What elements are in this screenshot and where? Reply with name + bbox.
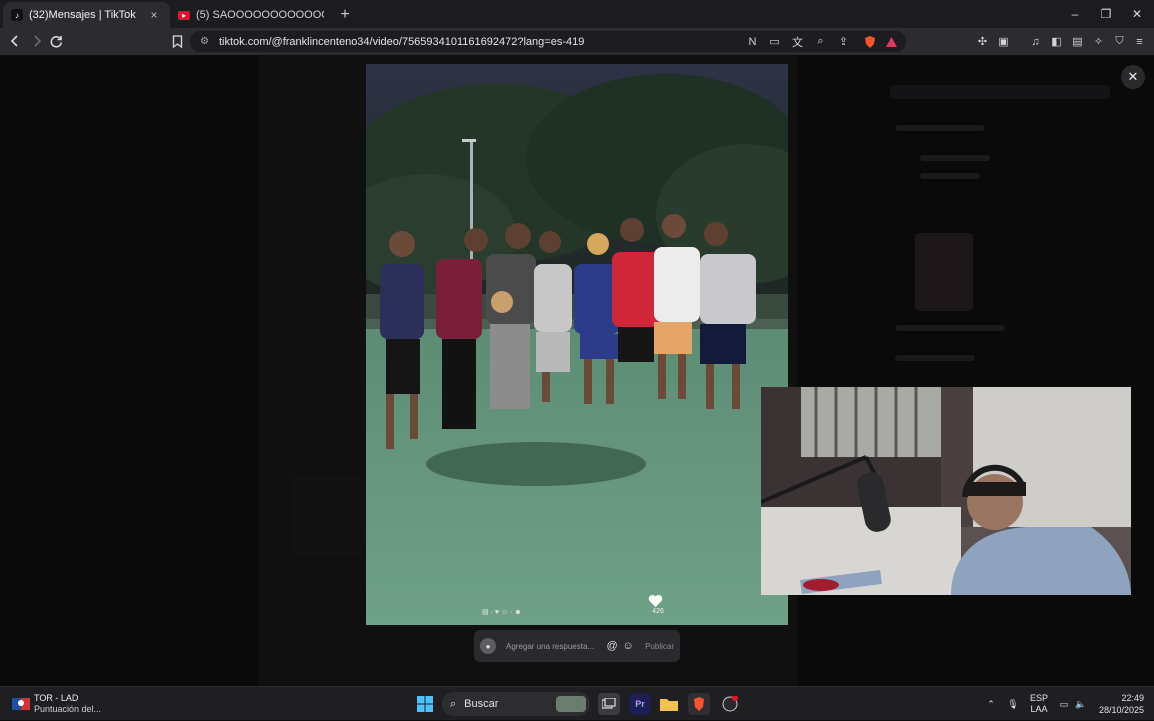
background-text [895,325,1005,331]
file-explorer-icon[interactable] [658,693,680,715]
wallet-icon[interactable]: ▤ [1070,34,1085,49]
cast-icon[interactable]: ▭ [767,34,782,49]
avatar: ● [480,638,496,654]
vpn-icon[interactable]: ⛉ [1112,34,1127,49]
maximize-button[interactable]: ❐ [1090,0,1122,28]
share-icon[interactable]: ⇪ [836,34,851,49]
sidebar-icon[interactable]: ◧ [1049,34,1064,49]
widget-title: TOR - LAD [34,693,79,703]
bookmark-icon[interactable] [166,30,188,52]
like-button[interactable]: 426 [648,594,668,615]
reaction-strip[interactable]: ▤ · ♥ ☺ · ☻ [482,608,522,616]
close-tab-icon[interactable]: × [146,7,162,23]
reload-icon[interactable] [45,30,67,52]
leo-ai-icon[interactable]: ✧ [1091,34,1106,49]
obs-icon[interactable] [719,693,741,715]
search-label: Buscar [464,698,499,710]
translate-icon[interactable]: 文 [790,34,805,49]
webcam-overlay [761,387,1131,595]
youtube-icon: ▸ [178,10,190,20]
background-header [890,85,1110,99]
widget-subtitle: Puntuación del... [34,704,102,714]
tab-search-icon[interactable]: ▣ [996,34,1011,49]
lang-top: ESP [1029,693,1048,703]
windows-taskbar: TOR - LAD Puntuación del... ⌕ Buscar Pr … [0,686,1154,720]
search-highlight-icon [556,696,586,712]
clock-time: 22:49 [1121,693,1144,703]
music-icon[interactable]: ♫ [1028,34,1043,49]
no-translate-icon[interactable]: N [745,34,760,49]
task-view-icon[interactable] [598,693,620,715]
minimize-button[interactable]: – [1059,0,1091,28]
mention-icon[interactable]: @ [605,640,619,652]
extensions-icon[interactable]: ✣ [975,34,990,49]
tab-tiktok[interactable]: ♪ (32)Mensajes | TikTok × [3,2,170,28]
like-count: 426 [652,608,664,615]
windows-start-icon[interactable] [414,693,436,715]
url-text: tiktok.com/@franklincenteno34/video/7565… [218,35,585,48]
mlb-icon[interactable] [10,693,32,715]
tab-youtube[interactable]: ▸ (5) SAOOOOOOOOOOOOOOOOO J [170,2,332,28]
network-icon[interactable]: ▭ [1056,687,1072,721]
reply-input[interactable]: Agregar una respuesta... [506,642,605,651]
brave-shield-icon[interactable] [862,34,877,49]
chevron-up-icon[interactable]: ⌃ [982,687,1000,721]
site-info-icon[interactable]: ⚙ [200,36,209,47]
menu-icon[interactable]: ≡ [1132,34,1147,49]
language-indicator[interactable]: ESP LAA [1028,687,1050,721]
search-icon: ⌕ [450,697,457,710]
zoom-icon[interactable]: ⌕ [813,34,828,49]
background-text [895,125,985,131]
clock[interactable]: 22:49 28/10/2025 [1094,687,1144,721]
background-text [895,355,975,361]
lang-bottom: LAA [1030,704,1048,714]
close-viewer-button[interactable]: ✕ [1121,65,1145,89]
tab-title: (5) SAOOOOOOOOOOOOOOOOO J [196,9,324,21]
taskbar-search[interactable]: ⌕ Buscar [442,692,590,716]
tab-strip: ♪ (32)Mensajes | TikTok × ▸ (5) SAOOOOOO… [0,0,1154,28]
background-thumbnail [915,233,973,311]
tiktok-page: ▤ · ♥ ☺ · ☻ 426 ✕ ● Agregar una respuest… [0,55,1154,686]
publish-button[interactable]: Publicar [645,642,674,651]
premiere-icon[interactable]: Pr [629,693,651,715]
tab-title: (32)Mensajes | TikTok [29,9,136,21]
heart-icon [648,595,663,607]
brave-rewards-icon[interactable] [884,34,899,49]
reply-bar: ● Agregar una respuesta... @ ☺ Publicar [474,630,680,662]
post-photo[interactable]: ▤ · ♥ ☺ · ☻ 426 [366,64,788,625]
weather-widget[interactable]: TOR - LAD Puntuación del... [34,693,101,715]
background-text [920,173,980,179]
close-window-button[interactable]: ✕ [1121,0,1153,28]
mic-icon[interactable]: 🎙 [1004,687,1022,721]
tiktok-icon: ♪ [11,9,23,21]
back-icon[interactable] [4,30,26,52]
browser-toolbar: ⚙ tiktok.com/@franklincenteno34/video/75… [0,28,1154,55]
emoji-icon[interactable]: ☺ [621,640,635,652]
brave-icon[interactable] [688,693,710,715]
speaker-icon[interactable]: 🔈 [1073,687,1089,721]
background-text [920,155,990,161]
clock-date: 28/10/2025 [1098,705,1144,715]
new-tab-button[interactable]: + [332,2,358,28]
